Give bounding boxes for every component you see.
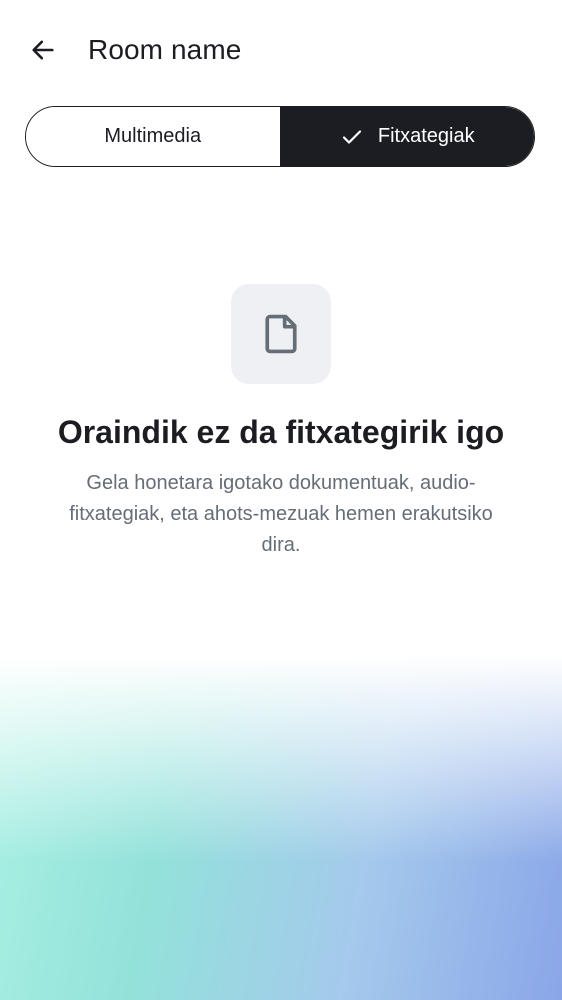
tab-files-label: Fitxategiak: [377, 125, 475, 147]
empty-state-description: Gela honetara igotako dokumentuak, audio…: [69, 472, 493, 556]
empty-state: Oraindik ez da fitxategirik igo Gela hon…: [0, 284, 562, 561]
back-button[interactable]: [20, 27, 66, 73]
tab-multimedia[interactable]: Multimedia: [26, 107, 281, 166]
top-app-bar: Room name: [0, 0, 562, 100]
background-gradient: [0, 655, 562, 1000]
empty-state-title: Oraindik ez da fitxategirik igo: [57, 414, 505, 450]
file-icon-container: [231, 284, 331, 384]
file-icon: [265, 314, 297, 354]
check-icon: [342, 129, 361, 144]
media-files-segmented-control: Multimedia Fitxategiak: [25, 106, 535, 167]
page-title: Room name: [88, 34, 242, 65]
tab-files[interactable]: Fitxategiak: [280, 107, 534, 166]
tab-multimedia-label: Multimedia: [104, 125, 202, 147]
arrow-left-icon: [32, 40, 54, 60]
